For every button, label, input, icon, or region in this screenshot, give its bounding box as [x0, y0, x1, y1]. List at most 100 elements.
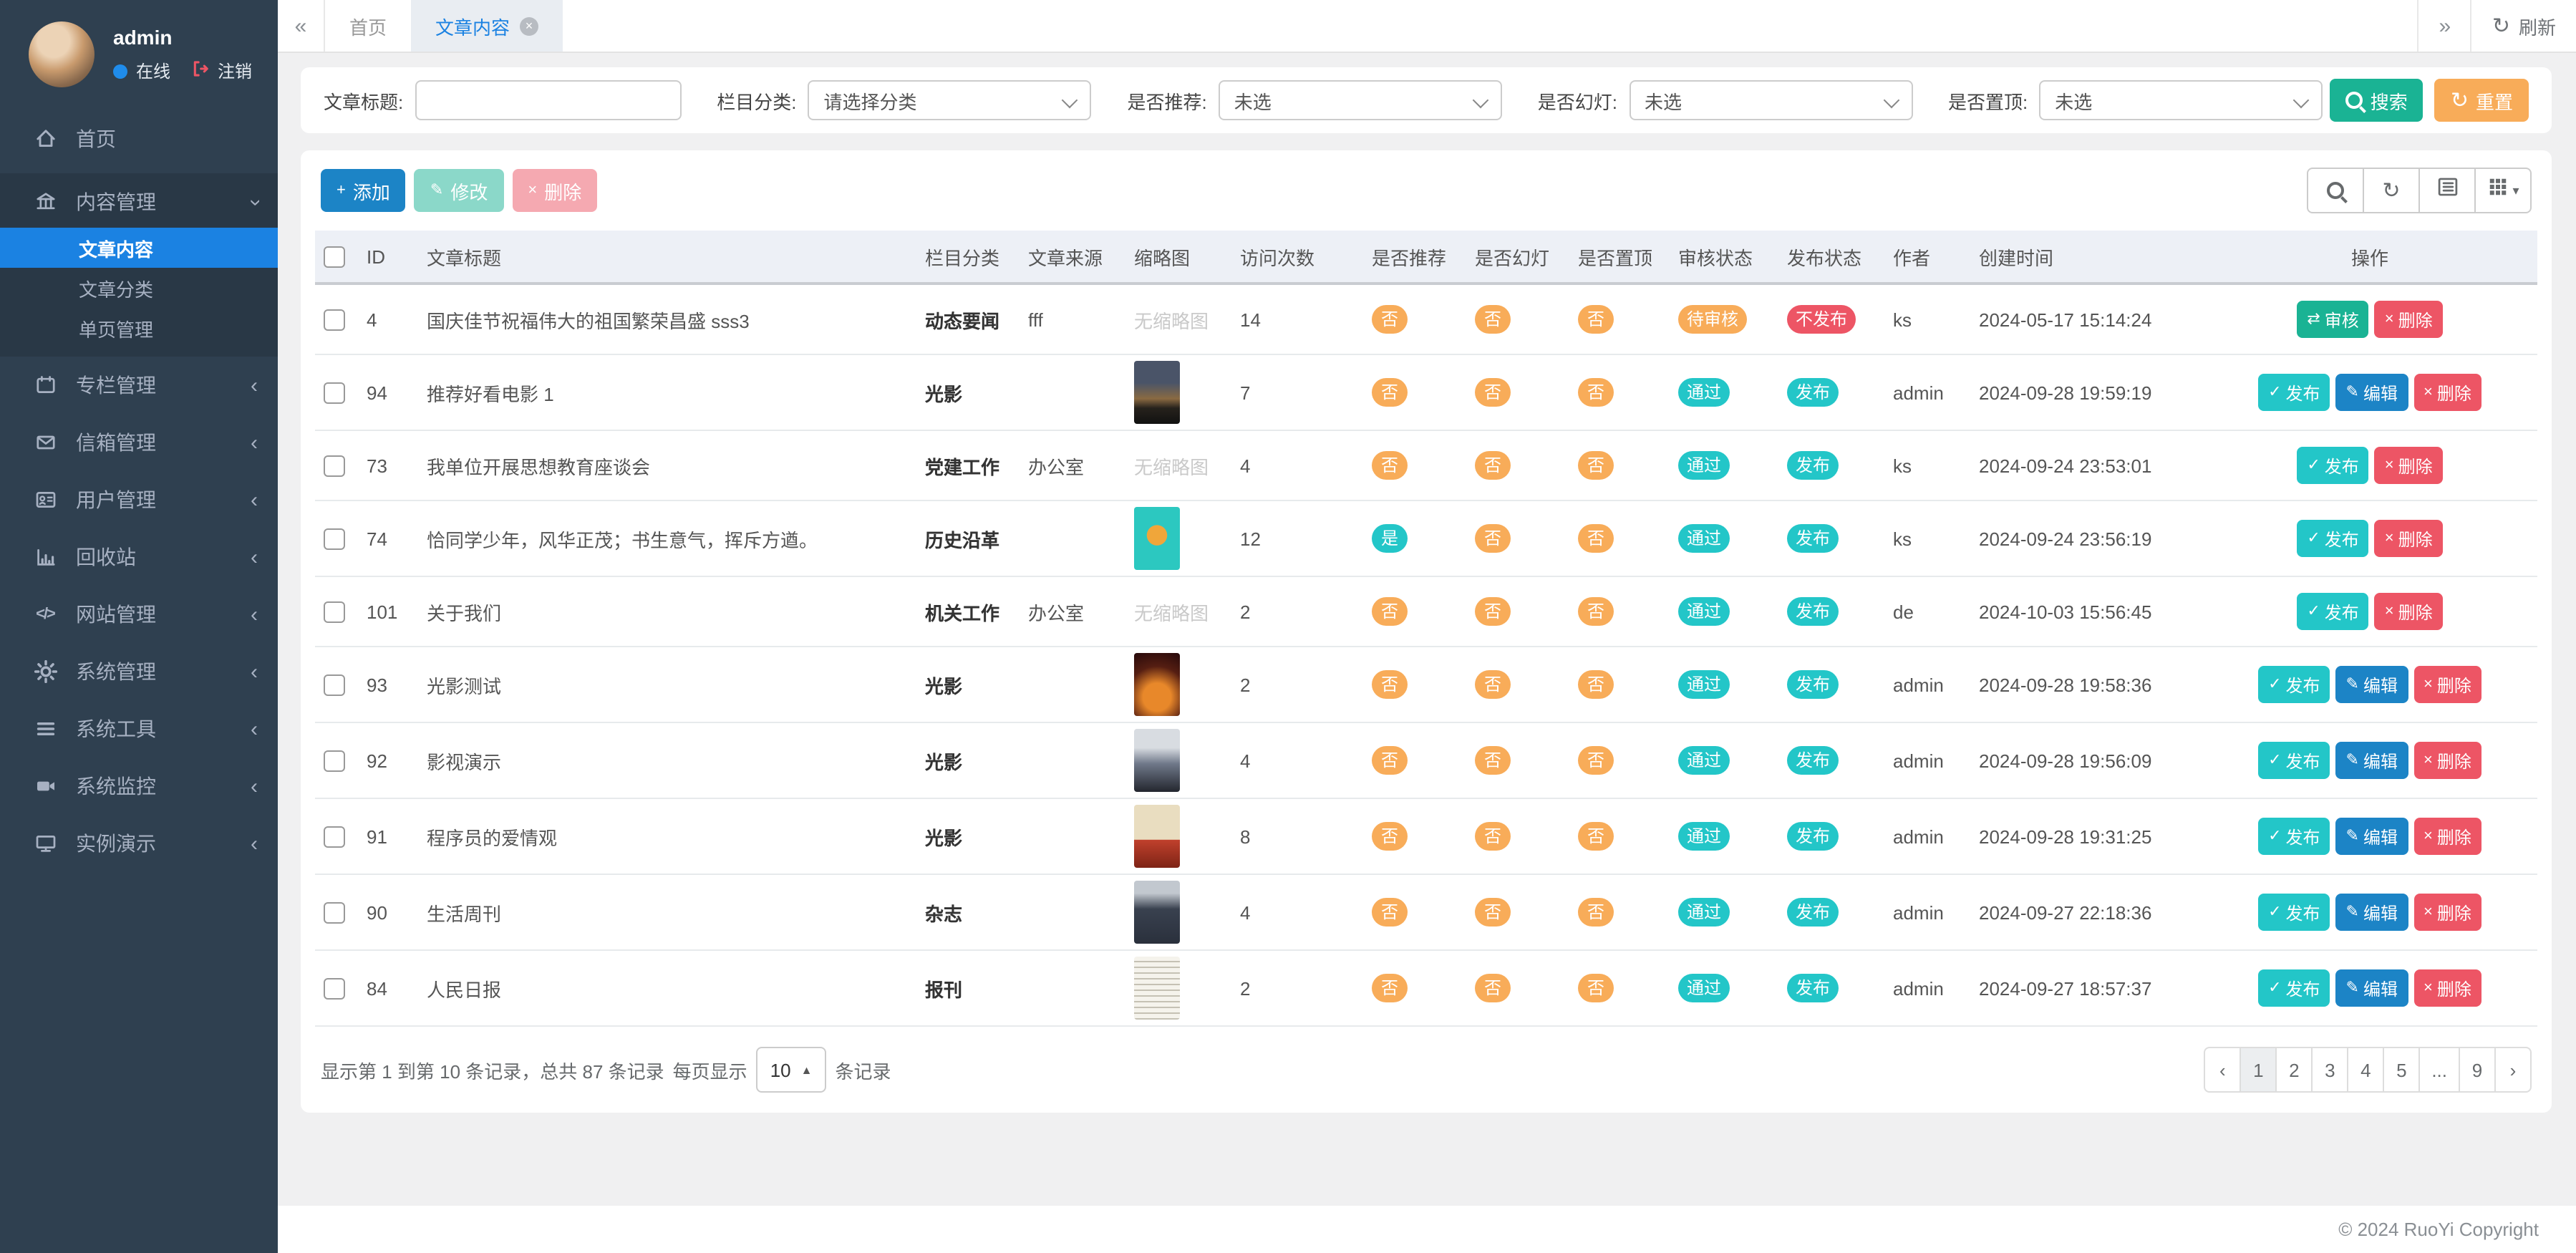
reset-button[interactable]: ↻ 重置 — [2435, 79, 2529, 122]
sidebar-subitem-article-category[interactable]: 文章分类 — [0, 268, 278, 308]
id-cell: 90 — [358, 874, 418, 950]
edit-row-button[interactable]: ✎编辑 — [2336, 969, 2408, 1007]
sidebar-item-column[interactable]: 专栏管理‹ — [0, 357, 278, 414]
tab-article-content[interactable]: 文章内容 × — [411, 0, 563, 52]
add-button[interactable]: + 添加 — [321, 169, 406, 212]
audit-row-button[interactable]: ⇄审核 — [2297, 301, 2368, 338]
sidebar-item-home[interactable]: 首页 — [0, 113, 278, 165]
publish-label: 发布 — [2325, 526, 2359, 551]
publish-row-button[interactable]: ✓发布 — [2297, 520, 2368, 557]
page-button[interactable]: 3 — [2311, 1047, 2348, 1093]
page-button[interactable]: 4 — [2347, 1047, 2384, 1093]
edit-row-button[interactable]: ✎编辑 — [2336, 666, 2408, 703]
remove-row-button[interactable]: ×删除 — [2375, 447, 2443, 484]
close-icon[interactable]: × — [520, 16, 538, 35]
remove-row-button[interactable]: ×删除 — [2413, 742, 2481, 779]
remove-row-button[interactable]: ×删除 — [2413, 818, 2481, 855]
recommend-cell: 否 — [1363, 647, 1466, 722]
publish-row-button[interactable]: ✓发布 — [2258, 818, 2330, 855]
row-checkbox[interactable] — [324, 750, 345, 772]
sidebar-item-website[interactable]: </>网站管理‹ — [0, 586, 278, 643]
row-checkbox[interactable] — [324, 309, 345, 331]
edit-row-button[interactable]: ✎编辑 — [2336, 374, 2408, 411]
modify-button[interactable]: ✎ 修改 — [415, 169, 503, 212]
remove-icon: × — [2385, 458, 2394, 473]
row-checkbox[interactable] — [324, 826, 345, 848]
thumbnail-cell: 无缩略图 — [1125, 284, 1231, 354]
remove-icon: × — [2424, 753, 2433, 768]
sidebar-item-content[interactable]: 内容管理‹ — [0, 176, 278, 228]
edit-row-button[interactable]: ✎编辑 — [2336, 894, 2408, 931]
page-next-button[interactable]: › — [2494, 1047, 2532, 1093]
publish-row-button[interactable]: ✓发布 — [2258, 969, 2330, 1007]
tabs-scroll-left-button[interactable]: « — [278, 0, 325, 52]
row-checkbox[interactable] — [324, 382, 345, 404]
publish-label: 发布 — [2286, 748, 2320, 773]
page-prev-button[interactable]: ‹ — [2204, 1047, 2241, 1093]
row-checkbox[interactable] — [324, 674, 345, 696]
refresh-table-button[interactable]: ↻ — [2363, 168, 2420, 213]
page-button[interactable]: 1 — [2240, 1047, 2277, 1093]
remove-row-button[interactable]: ×删除 — [2375, 301, 2443, 338]
sidebar-item-system[interactable]: 系统管理‹ — [0, 643, 278, 700]
page-button[interactable]: 2 — [2275, 1047, 2313, 1093]
publish-row-button[interactable]: ✓发布 — [2258, 742, 2330, 779]
sidebar-subitem-article-content[interactable]: 文章内容 — [0, 228, 278, 268]
visits-cell: 2 — [1231, 950, 1363, 1026]
filter-title-input[interactable] — [415, 80, 681, 120]
remove-row-button[interactable]: ×删除 — [2375, 520, 2443, 557]
tab-home[interactable]: 首页 — [325, 0, 411, 52]
remove-row-button[interactable]: ×删除 — [2413, 969, 2481, 1007]
status-badge: 否 — [1475, 974, 1511, 1002]
row-checkbox[interactable] — [324, 455, 345, 477]
delete-button[interactable]: × 删除 — [512, 169, 597, 212]
edit-row-button[interactable]: ✎编辑 — [2336, 742, 2408, 779]
publish-row-button[interactable]: ✓发布 — [2258, 374, 2330, 411]
publish-row-button[interactable]: ✓发布 — [2258, 894, 2330, 931]
tabs-scroll-right-button[interactable]: » — [2418, 0, 2471, 52]
code-icon: </> — [32, 606, 59, 623]
remove-row-button[interactable]: ×删除 — [2413, 374, 2481, 411]
columns-button[interactable]: ▾ — [2474, 168, 2532, 213]
remove-row-button[interactable]: ×删除 — [2413, 894, 2481, 931]
row-checkbox[interactable] — [324, 902, 345, 924]
search-button[interactable]: 搜索 — [2330, 79, 2424, 122]
sidebar-item-recycle[interactable]: 回收站‹ — [0, 528, 278, 586]
publish-row-button[interactable]: ✓发布 — [2297, 593, 2368, 630]
sidebar-item-tools[interactable]: 系统工具‹ — [0, 700, 278, 758]
filter-top-select[interactable]: 未选 — [2039, 80, 2323, 120]
publish-icon: ✓ — [2268, 384, 2281, 400]
sidebar-item-mailbox[interactable]: 信箱管理‹ — [0, 414, 278, 471]
row-checkbox[interactable] — [324, 601, 345, 623]
filter-recommend-select[interactable]: 未选 — [1219, 80, 1502, 120]
row-select-cell — [315, 354, 358, 430]
logout-button[interactable]: 注销 — [190, 59, 252, 83]
table-row: 4国庆佳节祝福伟大的祖国繁荣昌盛 sss3动态要闻fff无缩略图14否否否待审核… — [315, 284, 2537, 354]
recommend-cell: 否 — [1363, 798, 1466, 874]
show-search-button[interactable] — [2307, 168, 2364, 213]
table-row: 74恰同学少年，风华正茂；书生意气，挥斥方遒。历史沿革12是否否通过发布ks20… — [315, 500, 2537, 576]
sidebar-subitem-single-page[interactable]: 单页管理 — [0, 308, 278, 348]
refresh-page-button[interactable]: ↻ 刷新 — [2471, 0, 2576, 52]
publish-row-button[interactable]: ✓发布 — [2258, 666, 2330, 703]
page-size-select[interactable]: 10 ▲ — [756, 1047, 827, 1093]
edit-row-button[interactable]: ✎编辑 — [2336, 818, 2408, 855]
filter-category-select[interactable]: 请选择分类 — [808, 80, 1092, 120]
remove-row-button[interactable]: ×删除 — [2413, 666, 2481, 703]
filter-slide-select[interactable]: 未选 — [1629, 80, 1912, 120]
status-badge: 否 — [1475, 524, 1511, 553]
avatar[interactable] — [29, 21, 95, 87]
column-header: 访问次数 — [1231, 231, 1363, 284]
sidebar-item-users[interactable]: 用户管理‹ — [0, 471, 278, 528]
page-button[interactable]: 9 — [2459, 1047, 2496, 1093]
publish-row-button[interactable]: ✓发布 — [2297, 447, 2368, 484]
page-ellipsis-button[interactable]: ... — [2418, 1047, 2460, 1093]
remove-row-button[interactable]: ×删除 — [2375, 593, 2443, 630]
sidebar-item-demo[interactable]: 实例演示‹ — [0, 815, 278, 872]
detail-view-button[interactable] — [2418, 168, 2476, 213]
sidebar-item-monitor[interactable]: 系统监控‹ — [0, 758, 278, 815]
select-all-checkbox[interactable] — [324, 246, 345, 268]
row-checkbox[interactable] — [324, 978, 345, 1000]
page-button[interactable]: 5 — [2383, 1047, 2420, 1093]
row-checkbox[interactable] — [324, 528, 345, 550]
